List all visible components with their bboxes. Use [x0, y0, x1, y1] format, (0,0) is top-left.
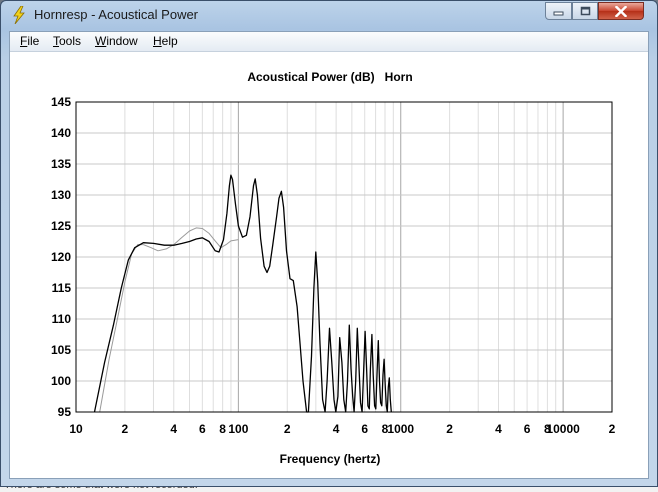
x-tick-label: 6 — [361, 422, 368, 436]
x-tick-label: 4 — [170, 422, 177, 436]
y-tick-label: 135 — [51, 157, 71, 171]
y-tick-label: 120 — [51, 250, 71, 264]
x-tick-label: 4 — [333, 422, 340, 436]
x-tick-label: 10 — [69, 422, 83, 436]
lightning-icon — [13, 6, 25, 24]
minimize-button[interactable] — [545, 2, 572, 20]
series-line-horn — [93, 174, 392, 413]
y-tick-label: 140 — [51, 126, 71, 140]
series-line-reference — [99, 227, 239, 413]
x-tick-label: 8 — [219, 422, 226, 436]
maximize-icon — [580, 6, 590, 16]
y-tick-label: 105 — [51, 343, 71, 357]
x-tick-label: 2 — [446, 422, 453, 436]
x-tick-label: 1000 — [387, 422, 414, 436]
x-axis-label: Frequency (hertz) — [279, 452, 381, 466]
maximize-button[interactable] — [572, 2, 598, 20]
y-tick-label: 95 — [58, 405, 72, 419]
x-tick-label: 2 — [284, 422, 291, 436]
y-tick-label: 125 — [51, 219, 71, 233]
x-tick-label: 6 — [199, 422, 206, 436]
title-bar[interactable]: Hornresp - Acoustical Power — [1, 1, 657, 31]
y-tick-label: 100 — [51, 374, 71, 388]
y-tick-label: 130 — [51, 188, 71, 202]
frequency-response-chart: 9510010511011512012513013514014510 2 4 6 8 10… — [51, 95, 616, 436]
x-tick-label: 10000 — [546, 422, 580, 436]
y-tick-label: 115 — [52, 281, 72, 295]
x-tick-label: 100 — [228, 422, 248, 436]
x-tick-label: 2 — [609, 422, 616, 436]
y-tick-label: 145 — [51, 95, 71, 109]
x-tick-label: 6 — [524, 422, 531, 436]
app-window: Hornresp - Acoustical Power File Tools W… — [0, 0, 658, 487]
client-area: File Tools Window Help Acoustical Power … — [9, 31, 649, 479]
close-icon — [615, 5, 627, 17]
y-tick-label: 110 — [52, 312, 72, 326]
window-title: Hornresp - Acoustical Power — [34, 7, 199, 22]
close-button[interactable] — [598, 2, 644, 20]
minimize-icon — [553, 11, 564, 15]
x-tick-label: 2 — [122, 422, 129, 436]
x-tick-label: 4 — [495, 422, 502, 436]
